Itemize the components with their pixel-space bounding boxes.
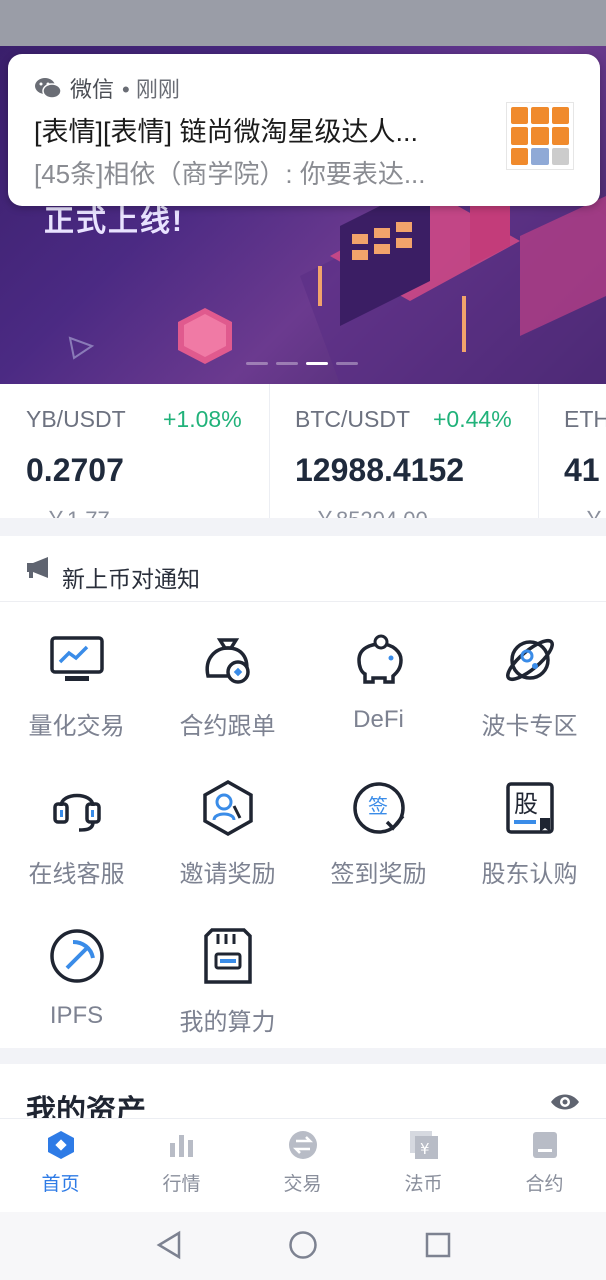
ticker-change: +1.08% xyxy=(163,406,242,432)
tab-label: 合约 xyxy=(525,1174,564,1195)
ticker-cny: ~ ￥1.77 xyxy=(26,502,110,518)
tab-contract[interactable]: 合约 xyxy=(484,1129,605,1196)
home-icon xyxy=(47,1131,74,1159)
home-circle-icon[interactable] xyxy=(288,1230,318,1260)
sd-card-icon xyxy=(203,928,252,984)
banner-dot[interactable] xyxy=(246,362,268,365)
recents-icon[interactable] xyxy=(424,1230,452,1260)
contract-icon xyxy=(532,1132,557,1158)
tab-trade[interactable]: 交易 xyxy=(242,1129,363,1196)
svg-text:¥: ¥ xyxy=(420,1140,430,1158)
tab-label: 行情 xyxy=(162,1174,201,1195)
ticker-price: 41 xyxy=(564,452,600,488)
grid-item-label: DeFi xyxy=(353,706,404,733)
wechat-icon xyxy=(35,78,62,99)
money-bag-icon xyxy=(204,638,250,684)
monitor-chart-icon xyxy=(49,636,104,681)
ticker-pair: ETH xyxy=(564,406,606,432)
grid-item-shareholder-subscription[interactable]: 股 股东认购 xyxy=(454,778,605,889)
status-bar xyxy=(0,0,606,46)
my-assets-section: 我的资产 xyxy=(0,1064,606,1124)
grid-item-defi[interactable]: DeFi xyxy=(303,630,454,734)
tab-label: 法币 xyxy=(404,1174,443,1195)
grid-item-my-hashrate[interactable]: 我的算力 xyxy=(152,926,303,1037)
grid-item-label: 我的算力 xyxy=(179,1009,276,1036)
eye-icon[interactable] xyxy=(550,1092,580,1112)
tab-label: 首页 xyxy=(41,1174,80,1195)
svg-text:签: 签 xyxy=(368,794,388,818)
bottom-tab-bar: 首页 行情 交易 ¥ 法币 合约 xyxy=(0,1118,606,1212)
grid-item-label: 在线客服 xyxy=(28,861,125,888)
notification-header: 微信 • 刚刚 xyxy=(34,72,180,104)
bar-chart-icon xyxy=(169,1135,193,1157)
grid-item-copy-trading[interactable]: 合约跟单 xyxy=(152,630,303,741)
ticker-price: 12988.4152 xyxy=(295,452,465,488)
headset-icon xyxy=(52,793,101,832)
fiat-currency-icon: ¥ xyxy=(409,1131,438,1159)
megaphone-icon xyxy=(27,557,48,578)
notification-title: [表情][表情] 链尚微淘星级达人... xyxy=(34,117,419,147)
ticker-strip[interactable]: YB/USDT +1.08% 0.2707 ~ ￥1.77 BTC/USDT +… xyxy=(0,384,606,518)
grid-item-invite-reward[interactable]: 邀请奖励 xyxy=(152,778,303,889)
grid-item-quant-trading[interactable]: 量化交易 xyxy=(1,630,152,741)
ticker-cny: ~ ￥85204.00 xyxy=(295,502,428,518)
announcement-text: 新上币对通知 xyxy=(62,566,200,592)
notification-thumbnail xyxy=(506,102,574,170)
sign-in-icon: 签 xyxy=(352,782,405,834)
grid-item-label: 签到奖励 xyxy=(330,861,427,888)
banner-dot[interactable] xyxy=(276,362,298,365)
tab-label: 交易 xyxy=(283,1174,322,1195)
ticker-pair: BTC/USDT xyxy=(295,406,410,432)
ticker-card[interactable]: YB/USDT +1.08% 0.2707 ~ ￥1.77 xyxy=(0,384,270,518)
back-icon[interactable] xyxy=(155,1230,183,1260)
grid-item-label: 波卡专区 xyxy=(481,713,578,740)
grid-item-label: 股东认购 xyxy=(481,861,578,888)
ticker-price: 0.2707 xyxy=(26,452,124,488)
tab-fiat[interactable]: ¥ 法币 xyxy=(363,1129,484,1196)
grid-item-customer-service[interactable]: 在线客服 xyxy=(1,778,152,889)
notification-app-name: 微信 xyxy=(70,77,115,102)
feature-grid: 量化交易 合约跟单 DeFi 波卡专区 在线客服 邀请奖励 签 签到奖励 股 股… xyxy=(0,602,606,1048)
grid-item-label: 邀请奖励 xyxy=(179,861,276,888)
svg-text:股: 股 xyxy=(514,790,538,818)
shareholder-icon: 股 xyxy=(505,782,554,834)
grid-item-label: 合约跟单 xyxy=(179,713,276,740)
ticker-cny: ~ ￥ xyxy=(564,502,605,518)
banner-dot[interactable] xyxy=(336,362,358,365)
tab-home[interactable]: 首页 xyxy=(0,1129,121,1196)
pickaxe-icon xyxy=(49,929,104,983)
planet-icon xyxy=(505,638,554,682)
invite-user-icon xyxy=(202,779,253,837)
announcement-bar[interactable]: 新上币对通知 xyxy=(0,536,606,602)
wechat-notification[interactable]: 微信 • 刚刚 [表情][表情] 链尚微淘星级达人... [45条]相依（商学院… xyxy=(8,54,600,206)
banner-dot-active[interactable] xyxy=(306,362,328,365)
ticker-change: +0.44% xyxy=(433,406,512,432)
ticker-card[interactable]: ETH 41 ~ ￥ xyxy=(538,384,606,518)
grid-item-label: 量化交易 xyxy=(28,713,125,740)
grid-item-ipfs[interactable]: IPFS xyxy=(1,926,152,1030)
ticker-card[interactable]: BTC/USDT +0.44% 12988.4152 ~ ￥85204.00 xyxy=(269,384,539,518)
piggy-bank-icon xyxy=(356,634,403,684)
exchange-icon xyxy=(288,1131,317,1159)
grid-item-label: IPFS xyxy=(49,1002,104,1029)
notification-time: • 刚刚 xyxy=(122,77,180,102)
tab-market[interactable]: 行情 xyxy=(121,1129,242,1196)
grid-item-sign-in-reward[interactable]: 签 签到奖励 xyxy=(303,778,454,889)
grid-item-polkadot-zone[interactable]: 波卡专区 xyxy=(454,630,605,741)
banner-pagination xyxy=(246,362,358,365)
system-nav-bar xyxy=(0,1212,606,1280)
ticker-pair: YB/USDT xyxy=(26,406,126,432)
notification-body: [45条]相依（商学院）: 你要表达... xyxy=(34,159,426,189)
